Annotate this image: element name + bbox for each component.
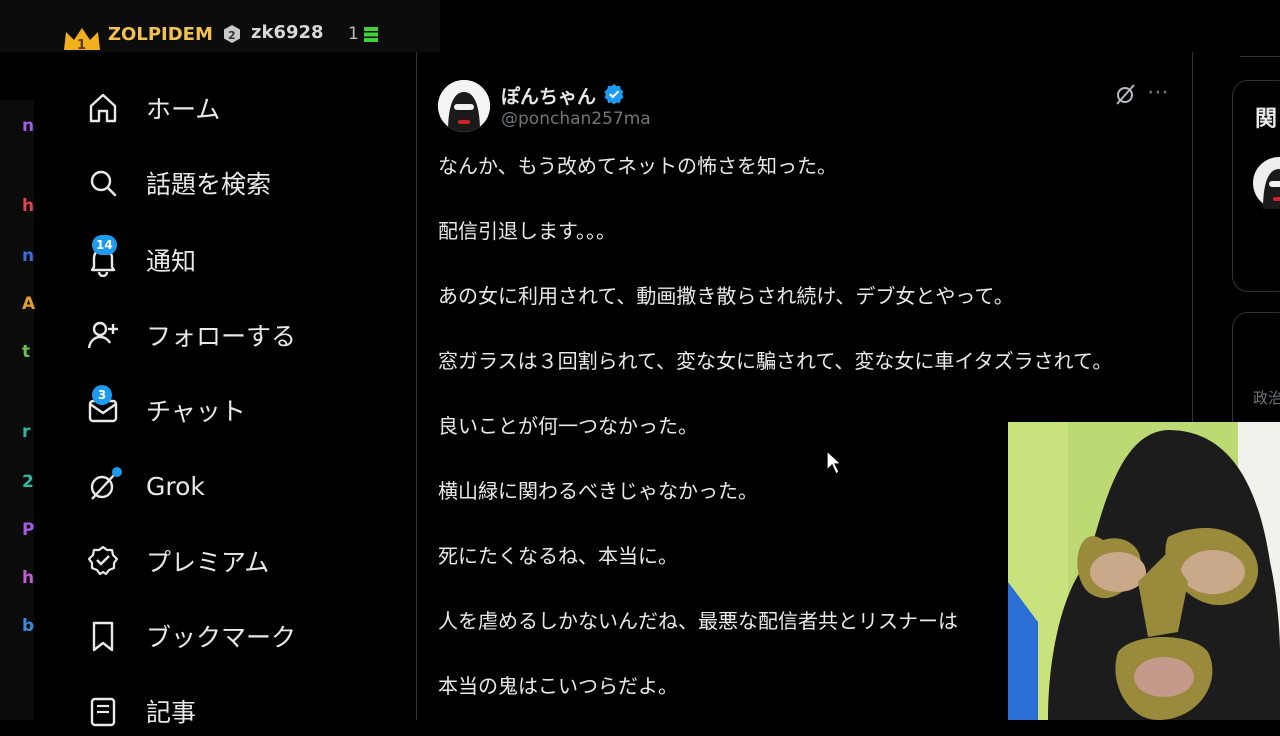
follow-icon xyxy=(86,318,120,352)
sidebar-item-explore[interactable]: 話題を検索 xyxy=(86,158,271,208)
home-icon xyxy=(86,91,120,125)
related-accounts-card: 関 xyxy=(1232,80,1280,292)
chat-badge: 3 xyxy=(92,385,112,405)
sidebar-item-articles[interactable]: 記事 xyxy=(86,686,196,736)
sidebar-item-label: 記事 xyxy=(146,698,197,727)
sidebar-item-label: プレミアム xyxy=(146,548,270,577)
user-level-number: 2 xyxy=(228,29,236,42)
viewer-username: zk6928 xyxy=(251,22,324,43)
sidebar-nav: ホーム 話題を検索 14 通知 フォローする 3 チャット Grok プレミアム… xyxy=(36,52,417,727)
author-avatar[interactable] xyxy=(438,80,490,132)
related-account-avatar[interactable] xyxy=(1253,157,1280,209)
post-paragraph: 配信引退します。。。 xyxy=(438,219,616,243)
sidebar-item-label: 話題を検索 xyxy=(146,170,272,199)
viewer-count: 1 xyxy=(348,24,359,44)
top-right-divider xyxy=(1240,46,1280,57)
post-paragraph: なんか、もう改めてネットの怖さを知った。 xyxy=(438,154,837,178)
grok-explain-icon[interactable] xyxy=(1113,82,1137,106)
webcam-feed-image xyxy=(1008,422,1280,720)
author-display-name[interactable]: ぽんちゃん xyxy=(501,82,596,109)
verified-badge-icon xyxy=(604,84,624,105)
sidebar-item-label: チャット xyxy=(146,397,246,426)
article-icon xyxy=(86,694,120,728)
sidebar-item-label: ホーム xyxy=(146,95,221,124)
sidebar-item-chat[interactable]: 3 チャット xyxy=(86,385,246,435)
author-handle[interactable]: @ponchan257ma xyxy=(501,109,651,129)
sidebar-item-notifications[interactable]: 14 通知 xyxy=(86,235,196,285)
mouse-cursor-icon xyxy=(826,450,842,475)
notification-badge: 14 xyxy=(92,235,117,255)
sidebar-item-bookmarks[interactable]: ブックマーク xyxy=(86,611,296,661)
sidebar-item-follow[interactable]: フォローする xyxy=(86,310,296,360)
bell-icon: 14 xyxy=(86,235,120,278)
sidebar-item-home[interactable]: ホーム xyxy=(86,83,220,133)
streamer-name: ZOLPIDEM xyxy=(108,24,213,45)
grok-icon xyxy=(86,467,122,503)
sidebar-item-label: ブックマーク xyxy=(146,623,297,652)
stack-icon xyxy=(364,27,378,42)
grok-dot xyxy=(112,467,122,477)
sidebar-item-grok[interactable]: Grok xyxy=(86,461,205,511)
post-paragraph: 窓ガラスは３回割られて、変な女に騙されて、変な女に車イタズラされて。 xyxy=(438,349,1113,373)
sidebar-item-label: フォローする xyxy=(146,322,297,351)
sidebar-item-label: Grok xyxy=(146,471,205,501)
webcam-overlay xyxy=(1008,422,1280,720)
search-icon xyxy=(86,166,120,200)
post-paragraph: あの女に利用されて、動画撒き散らされ続け、デブ女とやって。 xyxy=(438,284,1014,308)
premium-icon xyxy=(86,544,120,578)
sidebar-item-premium[interactable]: プレミアム xyxy=(86,536,269,586)
stream-overlay-bar: 1 ZOLPIDEM 2 zk6928 1 xyxy=(0,0,440,52)
related-card-title: 関 xyxy=(1255,107,1278,132)
more-options-icon[interactable]: ⋯ xyxy=(1147,80,1169,105)
bookmark-icon xyxy=(86,619,120,653)
background-window-strip: n h n A t r 2 P h b xyxy=(0,100,35,720)
sidebar-item-label: 通知 xyxy=(146,247,197,276)
crown-rank-icon: 1 xyxy=(64,28,100,52)
mail-icon: 3 xyxy=(86,385,120,427)
trending-category: 政治 xyxy=(1253,389,1280,407)
rank-number: 1 xyxy=(77,38,86,52)
user-level-icon: 2 xyxy=(224,25,240,43)
trending-quote-mark: 「 xyxy=(1267,329,1280,364)
